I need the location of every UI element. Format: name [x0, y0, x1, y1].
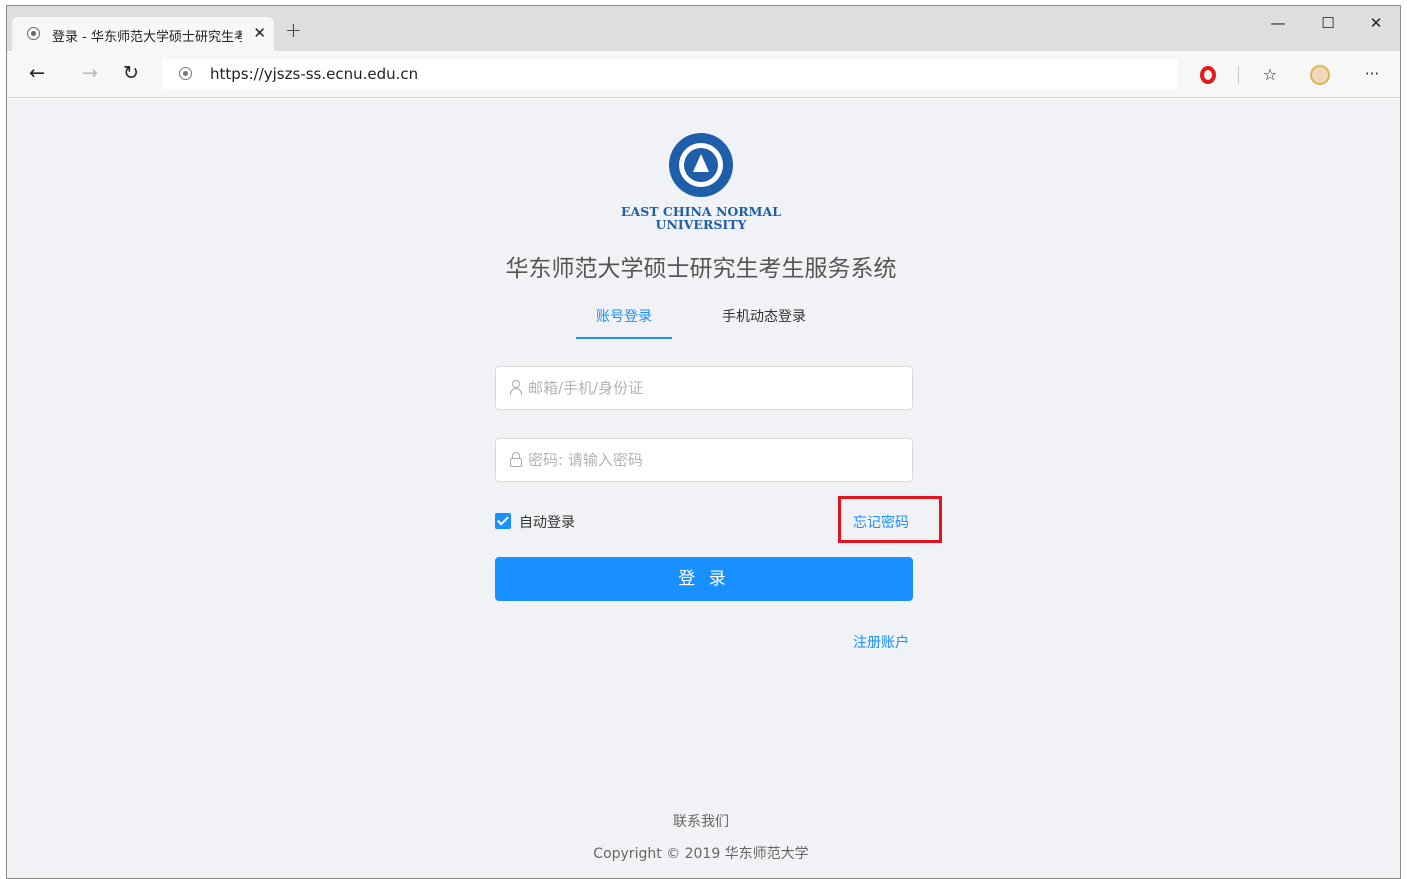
register-account-link[interactable]: 注册账户 [853, 632, 909, 652]
tab-account-login[interactable]: 账号登录 [576, 302, 672, 330]
window-close-button[interactable]: ✕ [1366, 14, 1386, 32]
forgot-password-link[interactable]: 忘记密码 [853, 512, 909, 532]
system-title: 华东师范大学硕士研究生考生服务系统 [505, 256, 897, 282]
more-menu-icon[interactable]: ··· [1361, 64, 1383, 86]
browser-window: 登录 - 华东师范大学硕士研究生考 ✕ + — ☐ ✕ ← → ↻ https:… [6, 5, 1401, 879]
site-info-icon[interactable] [179, 67, 192, 80]
university-name-line2: UNIVERSITY [655, 217, 747, 232]
toolbar-divider [1238, 66, 1239, 84]
reload-button[interactable]: ↻ [120, 62, 142, 84]
page-content: EAST CHINA NORMAL UNIVERSITY 华东师范大学硕士研究生… [7, 99, 1400, 878]
copyright-text: Copyright © 2019 华东师范大学 [593, 846, 809, 862]
user-icon [509, 379, 523, 395]
browser-toolbar: ← → ↻ https://yjszs-ss.ecnu.edu.cn ☆ ··· [7, 51, 1400, 98]
login-button[interactable]: 登 录 [495, 557, 913, 601]
password-input[interactable] [528, 439, 904, 481]
new-tab-button[interactable]: + [285, 18, 302, 42]
url-text[interactable]: https://yjszs-ss.ecnu.edu.cn [210, 65, 418, 83]
university-name: EAST CHINA NORMAL UNIVERSITY [561, 205, 841, 231]
username-input[interactable] [528, 367, 904, 409]
back-button[interactable]: ← [26, 62, 48, 84]
favorites-icon[interactable]: ☆ [1259, 64, 1281, 86]
forward-button[interactable]: → [79, 62, 101, 84]
browser-tab[interactable]: 登录 - 华东师范大学硕士研究生考 ✕ [12, 17, 274, 51]
profile-avatar[interactable] [1309, 64, 1331, 86]
login-tabs: 账号登录 手机动态登录 [494, 302, 914, 342]
active-tab-indicator [576, 337, 672, 339]
tab-title: 登录 - 华东师范大学硕士研究生考 [52, 30, 242, 45]
university-logo-icon [669, 133, 733, 197]
window-minimize-button[interactable]: — [1268, 14, 1288, 32]
tab-phone-login[interactable]: 手机动态登录 [722, 302, 806, 330]
contact-us-link[interactable]: 联系我们 [611, 811, 791, 831]
lock-icon [509, 451, 523, 467]
tab-close-icon[interactable]: ✕ [253, 24, 266, 42]
tab-strip: 登录 - 华东师范大学硕士研究生考 ✕ + — ☐ ✕ [7, 6, 1400, 51]
auto-login-label[interactable]: 自动登录 [519, 512, 575, 532]
site-favicon-icon [27, 27, 40, 40]
address-bar[interactable]: https://yjszs-ss.ecnu.edu.cn [162, 59, 1178, 89]
password-field[interactable] [495, 438, 913, 482]
opera-extension-icon[interactable] [1197, 64, 1219, 86]
window-maximize-button[interactable]: ☐ [1318, 14, 1338, 32]
username-field[interactable] [495, 366, 913, 410]
checkbox-checked-icon[interactable] [495, 513, 511, 529]
